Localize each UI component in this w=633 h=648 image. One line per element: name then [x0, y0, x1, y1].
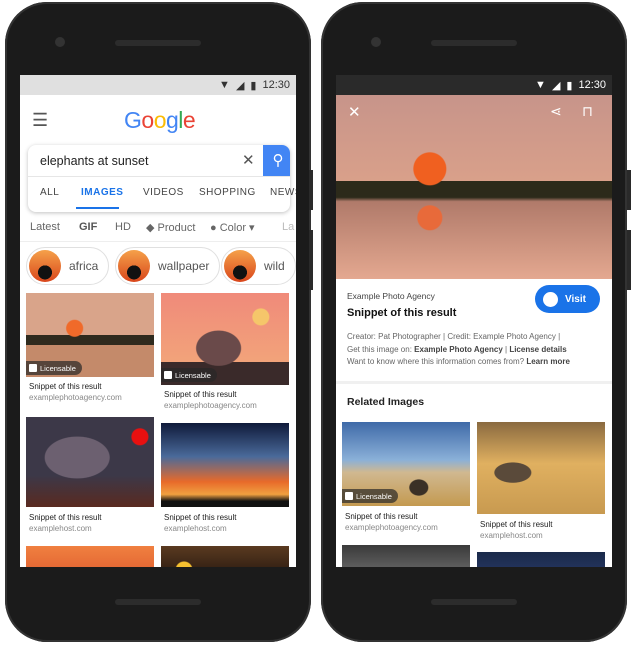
clock: 12:30	[578, 79, 606, 91]
battery-icon: ▮	[566, 79, 573, 92]
result-image[interactable]	[161, 546, 289, 567]
chip-wild[interactable]: wild	[221, 247, 296, 285]
image-icon	[29, 364, 37, 372]
search-button[interactable]: ⚲	[263, 145, 290, 176]
tab-news[interactable]: NEWS	[270, 187, 296, 198]
result-source[interactable]: examplehost.com	[164, 524, 227, 533]
related-image[interactable]	[477, 422, 605, 514]
signal-icon: ◢	[235, 79, 245, 92]
image-icon	[345, 492, 353, 500]
result-snippet[interactable]: Snippet of this result	[29, 382, 101, 391]
menu-icon[interactable]: ☰	[32, 110, 48, 131]
speaker-top	[115, 40, 201, 46]
licensable-badge: Licensable	[342, 489, 398, 503]
chip-thumbnail	[224, 250, 256, 282]
filter-hd[interactable]: HD	[115, 221, 131, 233]
hero-image[interactable]	[336, 75, 612, 279]
clear-icon[interactable]: ✕	[242, 151, 255, 169]
image-icon	[164, 371, 172, 379]
result-source[interactable]: examplehost.com	[480, 531, 543, 540]
bookmark-icon[interactable]: ⊓	[582, 103, 593, 120]
result-title[interactable]: Snippet of this result	[347, 307, 456, 319]
search-screen: ▼ ◢ ▮ 12:30 ☰ Google elephants at sunset ✕…	[20, 75, 296, 567]
learn-more-link[interactable]: Learn more	[526, 357, 570, 366]
result-source[interactable]: examplephotoagency.com	[29, 393, 122, 402]
tab-videos[interactable]: VIDEOS	[143, 187, 184, 198]
wifi-icon: ▼	[535, 79, 546, 91]
related-image[interactable]	[477, 552, 605, 567]
dropdown-icon: ▾	[246, 222, 255, 234]
globe-icon	[543, 291, 558, 307]
close-icon[interactable]: ✕	[348, 103, 361, 121]
google-logo[interactable]: Google	[124, 107, 196, 134]
tab-shopping[interactable]: SHOPPING	[199, 187, 256, 198]
filter-more[interactable]: La	[282, 221, 294, 233]
related-heading: Related Images	[347, 396, 425, 408]
result-snippet[interactable]: Snippet of this result	[164, 390, 236, 399]
speaker-bottom	[431, 599, 517, 605]
palette-icon: ●	[210, 222, 220, 234]
wifi-icon: ▼	[219, 79, 230, 91]
result-snippet[interactable]: Snippet of this result	[480, 520, 552, 529]
filter-gif[interactable]: GIF	[79, 221, 97, 233]
agency-link[interactable]: Example Photo Agency	[414, 345, 503, 354]
signal-icon: ◢	[551, 79, 561, 92]
share-icon[interactable]: ⋖	[550, 103, 562, 120]
filter-color[interactable]: ● Color ▾	[210, 221, 255, 234]
volume-button	[309, 230, 313, 290]
licensable-badge: Licensable	[26, 361, 82, 375]
volume-button	[627, 230, 631, 290]
camera	[55, 37, 65, 47]
active-tab-indicator	[76, 207, 119, 209]
battery-icon: ▮	[250, 79, 257, 92]
filter-product[interactable]: ◆ Product	[146, 221, 195, 234]
speaker-bottom	[115, 599, 201, 605]
chip-africa[interactable]: africa	[26, 247, 110, 285]
result-source[interactable]: examplehost.com	[29, 524, 92, 533]
licensable-badge: Licensable	[161, 368, 217, 382]
source-agency[interactable]: Example Photo Agency	[347, 291, 435, 301]
license-details-link[interactable]: License details	[509, 345, 566, 354]
phone-left: ▼ ◢ ▮ 12:30 ☰ Google elephants at sunset ✕…	[5, 2, 311, 642]
search-input[interactable]: elephants at sunset	[40, 154, 148, 168]
related-image[interactable]	[342, 545, 470, 567]
camera	[371, 37, 381, 47]
visit-button[interactable]: Visit	[535, 285, 600, 313]
result-source[interactable]: examplephotoagency.com	[164, 401, 257, 410]
result-image[interactable]	[161, 423, 289, 507]
chip-thumbnail	[118, 250, 150, 282]
search-icon: ⚲	[272, 152, 284, 169]
result-snippet[interactable]: Snippet of this result	[29, 513, 101, 522]
tag-icon: ◆	[146, 222, 158, 234]
filter-latest[interactable]: Latest	[30, 221, 60, 233]
result-snippet[interactable]: Snippet of this result	[345, 512, 417, 521]
search-box: elephants at sunset ✕ ⚲	[28, 145, 290, 212]
result-image[interactable]	[26, 417, 154, 507]
clock: 12:30	[262, 79, 290, 91]
power-button	[627, 170, 631, 210]
status-bar: ▼ ◢ ▮ 12:30	[336, 75, 612, 95]
chip-thumbnail	[29, 250, 61, 282]
chip-wallpaper[interactable]: wallpaper	[115, 247, 221, 285]
status-bar: ▼ ◢ ▮ 12:30	[20, 75, 296, 95]
tab-images[interactable]: IMAGES	[81, 187, 123, 198]
power-button	[309, 170, 313, 210]
result-snippet[interactable]: Snippet of this result	[164, 513, 236, 522]
image-viewer-screen: ▼ ◢ ▮ 12:30 ✕ ⋖ ⊓ Example Photo Agency Sni…	[336, 75, 612, 567]
result-image[interactable]	[26, 546, 154, 567]
result-source[interactable]: examplephotoagency.com	[345, 523, 438, 532]
speaker-top	[431, 40, 517, 46]
phone-right: ▼ ◢ ▮ 12:30 ✕ ⋖ ⊓ Example Photo Agency Sni…	[321, 2, 627, 642]
attribution: Creator: Pat Photographer | Credit: Exam…	[347, 332, 570, 366]
tab-all[interactable]: ALL	[40, 187, 59, 198]
